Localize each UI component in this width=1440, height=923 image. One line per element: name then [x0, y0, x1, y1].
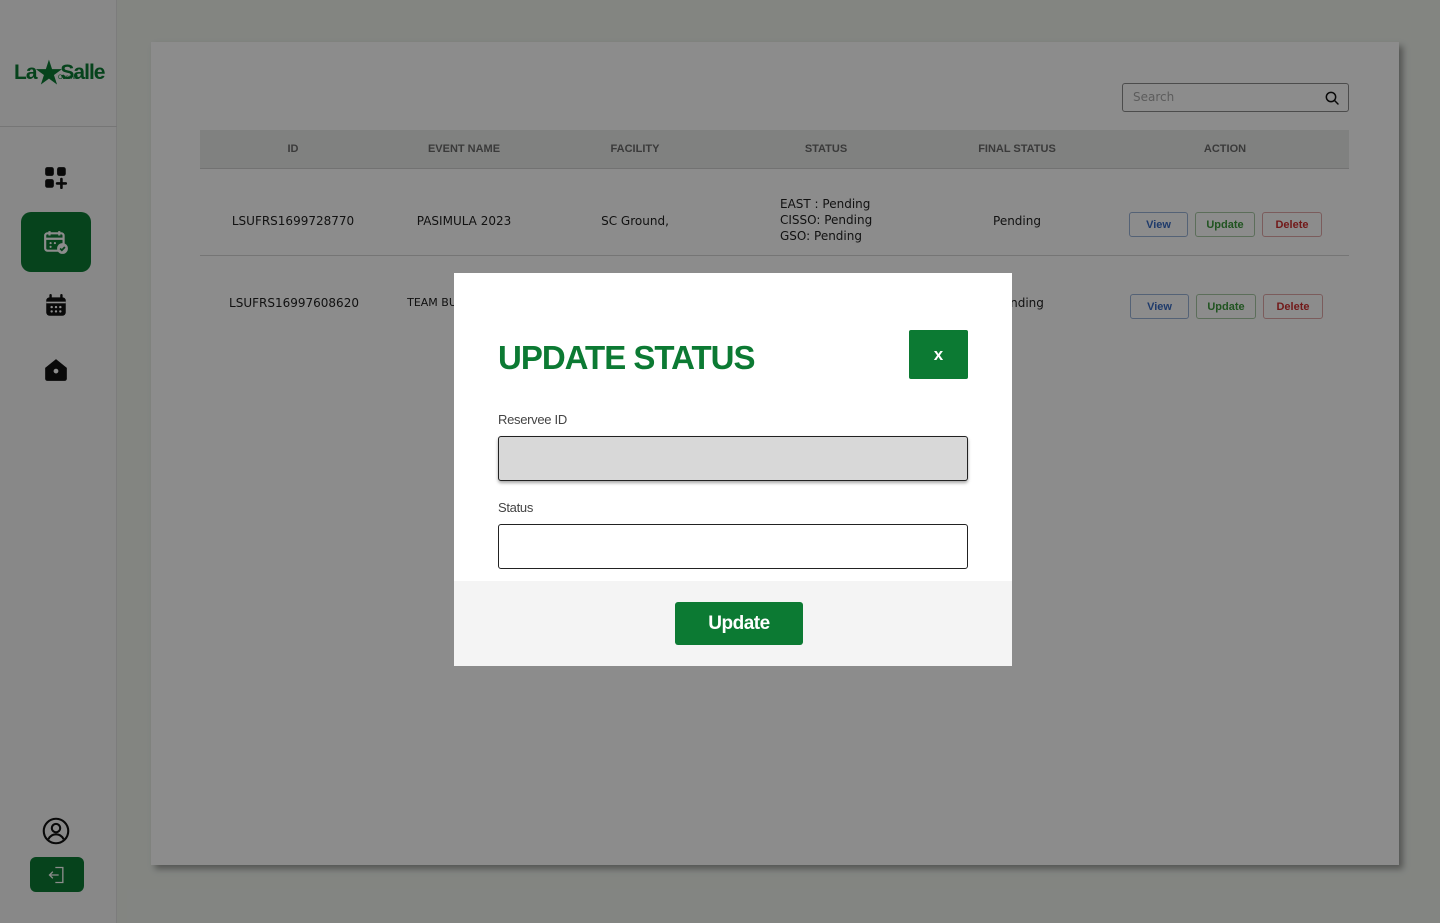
- status-field[interactable]: [498, 524, 968, 569]
- update-status-modal: UPDATE STATUS x Reservee ID Status Updat…: [454, 273, 1012, 666]
- status-label: Status: [498, 500, 534, 515]
- modal-footer: Update: [454, 581, 1012, 666]
- close-button[interactable]: x: [909, 330, 968, 379]
- reservee-id-field: [498, 436, 968, 481]
- reservee-id-label: Reservee ID: [498, 412, 567, 427]
- modal-title: UPDATE STATUS: [498, 339, 755, 376]
- submit-update-button[interactable]: Update: [675, 602, 803, 645]
